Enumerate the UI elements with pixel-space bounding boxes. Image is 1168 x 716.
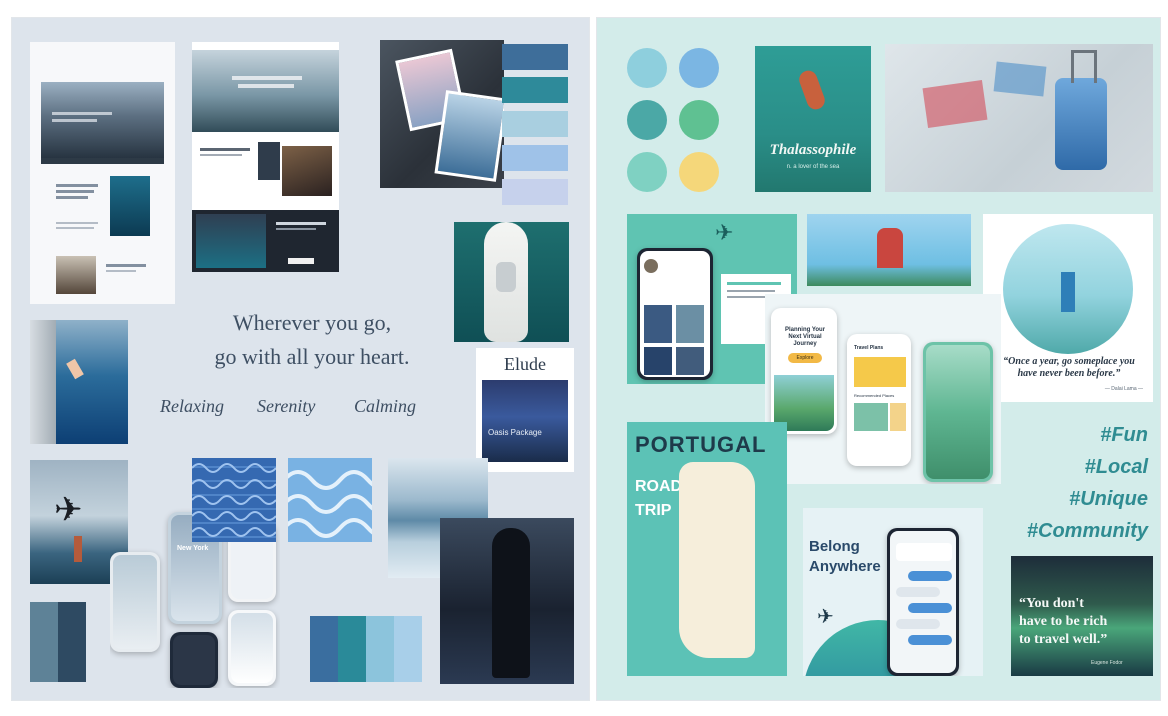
phone-mockup-4 — [170, 632, 218, 688]
pattern-waves-light — [288, 458, 372, 542]
portugal-title: PORTUGAL — [635, 432, 767, 457]
virtual-journey-app: Planning Your Next Virtual Journey Explo… — [765, 294, 1001, 484]
color-dot-4 — [679, 100, 719, 140]
elude-title: Elude — [504, 354, 546, 374]
poster-title: Thalassophile — [769, 142, 857, 158]
quote-text: “Once a year, go someplace you have neve… — [1003, 356, 1135, 379]
elude-caption: Oasis Package — [488, 428, 542, 437]
hashtag-fun: #Fun — [1100, 424, 1148, 446]
quote-line-1: Wherever you go, — [232, 310, 392, 335]
hashtag-community: #Community — [1026, 520, 1148, 542]
app-phone-3: Travel Plans Recommended Places — [847, 334, 911, 466]
mood-word-relaxing: Relaxing — [160, 396, 224, 416]
palette-swatch-bottom-4 — [338, 616, 366, 682]
portugal-road-trip-poster: PORTUGAL ROAD TRIP — [627, 422, 787, 676]
mood-word-serenity: Serenity — [257, 396, 316, 416]
hashtag-local: #Local — [1084, 456, 1148, 478]
color-dot-1 — [627, 48, 667, 88]
app-phone-2: Planning Your Next Virtual Journey Explo… — [771, 308, 837, 434]
aurora-quote-1: “You don't — [1019, 596, 1084, 611]
scallop-pattern-icon — [288, 470, 372, 538]
website-mockup-resort — [192, 42, 339, 272]
photo-boat-aerial — [454, 222, 569, 342]
mood-word-calming: Calming — [354, 396, 417, 416]
palette-swatch-bottom-6 — [394, 616, 422, 682]
portugal-trip: TRIP — [635, 502, 672, 519]
portugal-ribbon: ROAD — [635, 478, 683, 495]
photo-map-luggage — [885, 44, 1153, 192]
palette-swatch-bottom-1 — [30, 602, 58, 682]
app-phone-4 — [923, 342, 993, 482]
app-phone-1 — [637, 248, 713, 380]
plane-icon: ✈ — [715, 220, 734, 245]
aurora-quote-2: have to be rich — [1019, 614, 1108, 629]
aurora-quote-3: to travel well.” — [1019, 632, 1108, 647]
hashtag-unique: #Unique — [1069, 488, 1148, 510]
belong-line-2: Anywhere — [809, 558, 881, 575]
pattern-waves-dark — [192, 458, 276, 542]
palette-swatch-5 — [502, 179, 568, 205]
palette-swatch-bottom-3 — [310, 616, 338, 682]
color-dot-6 — [679, 152, 719, 192]
color-dot-2 — [679, 48, 719, 88]
thalassophile-poster: Thalassophile n. a lover of the sea — [755, 46, 871, 192]
aurora-author: Eugene Fodor — [1091, 660, 1123, 666]
left-moodboard: Wherever you go, go with all your heart.… — [12, 18, 589, 700]
quote-author: — Dalai Lama — — [1104, 386, 1143, 392]
app-section-title: Recommended Places — [854, 393, 895, 398]
photo-cliff-jump — [30, 320, 128, 444]
chat-phone — [887, 528, 959, 676]
elude-card: Elude Oasis Package — [476, 348, 574, 472]
wave-pattern-icon — [192, 463, 276, 537]
phone-mockup-1 — [110, 552, 160, 652]
aurora-quote-card: “You don't have to be rich to travel wel… — [1011, 556, 1153, 676]
belong-line-1: Belong — [809, 538, 860, 555]
palette-swatch-1 — [502, 44, 568, 70]
quote-line-2: go with all your heart. — [214, 344, 410, 369]
photo-arms-up — [807, 214, 971, 286]
palette-swatch-bottom-5 — [366, 616, 394, 682]
belong-anywhere-card: Belong Anywhere ✈ — [803, 508, 983, 676]
airplane-icon: ✈ — [54, 491, 83, 529]
color-dot-3 — [627, 100, 667, 140]
app-explore-button[interactable]: Explore — [788, 353, 822, 363]
photo-night-city — [440, 518, 574, 684]
phone-mockup-5 — [228, 610, 276, 686]
plane-icon-2: ✈ — [817, 606, 834, 628]
photo-prints-on-rock — [380, 40, 504, 188]
quote-circle-card: “Once a year, go someplace you have neve… — [983, 214, 1153, 402]
color-dot-5 — [627, 152, 667, 192]
right-moodboard: Thalassophile n. a lover of the sea ✈ “O… — [597, 18, 1160, 700]
website-mockup-mountain — [30, 42, 175, 304]
palette-swatch-3 — [502, 111, 568, 137]
mobile-city-label: New York — [177, 545, 209, 552]
map-of-portugal — [679, 462, 755, 658]
palette-swatch-2 — [502, 77, 568, 103]
rowboat-icon — [796, 68, 828, 112]
palette-swatch-bottom-2 — [58, 602, 86, 682]
palette-swatch-4 — [502, 145, 568, 171]
app-title: Travel Plans — [854, 345, 884, 351]
app-headline: Planning Your Next Virtual Journey — [784, 327, 826, 347]
poster-caption: n. a lover of the sea — [786, 164, 840, 170]
